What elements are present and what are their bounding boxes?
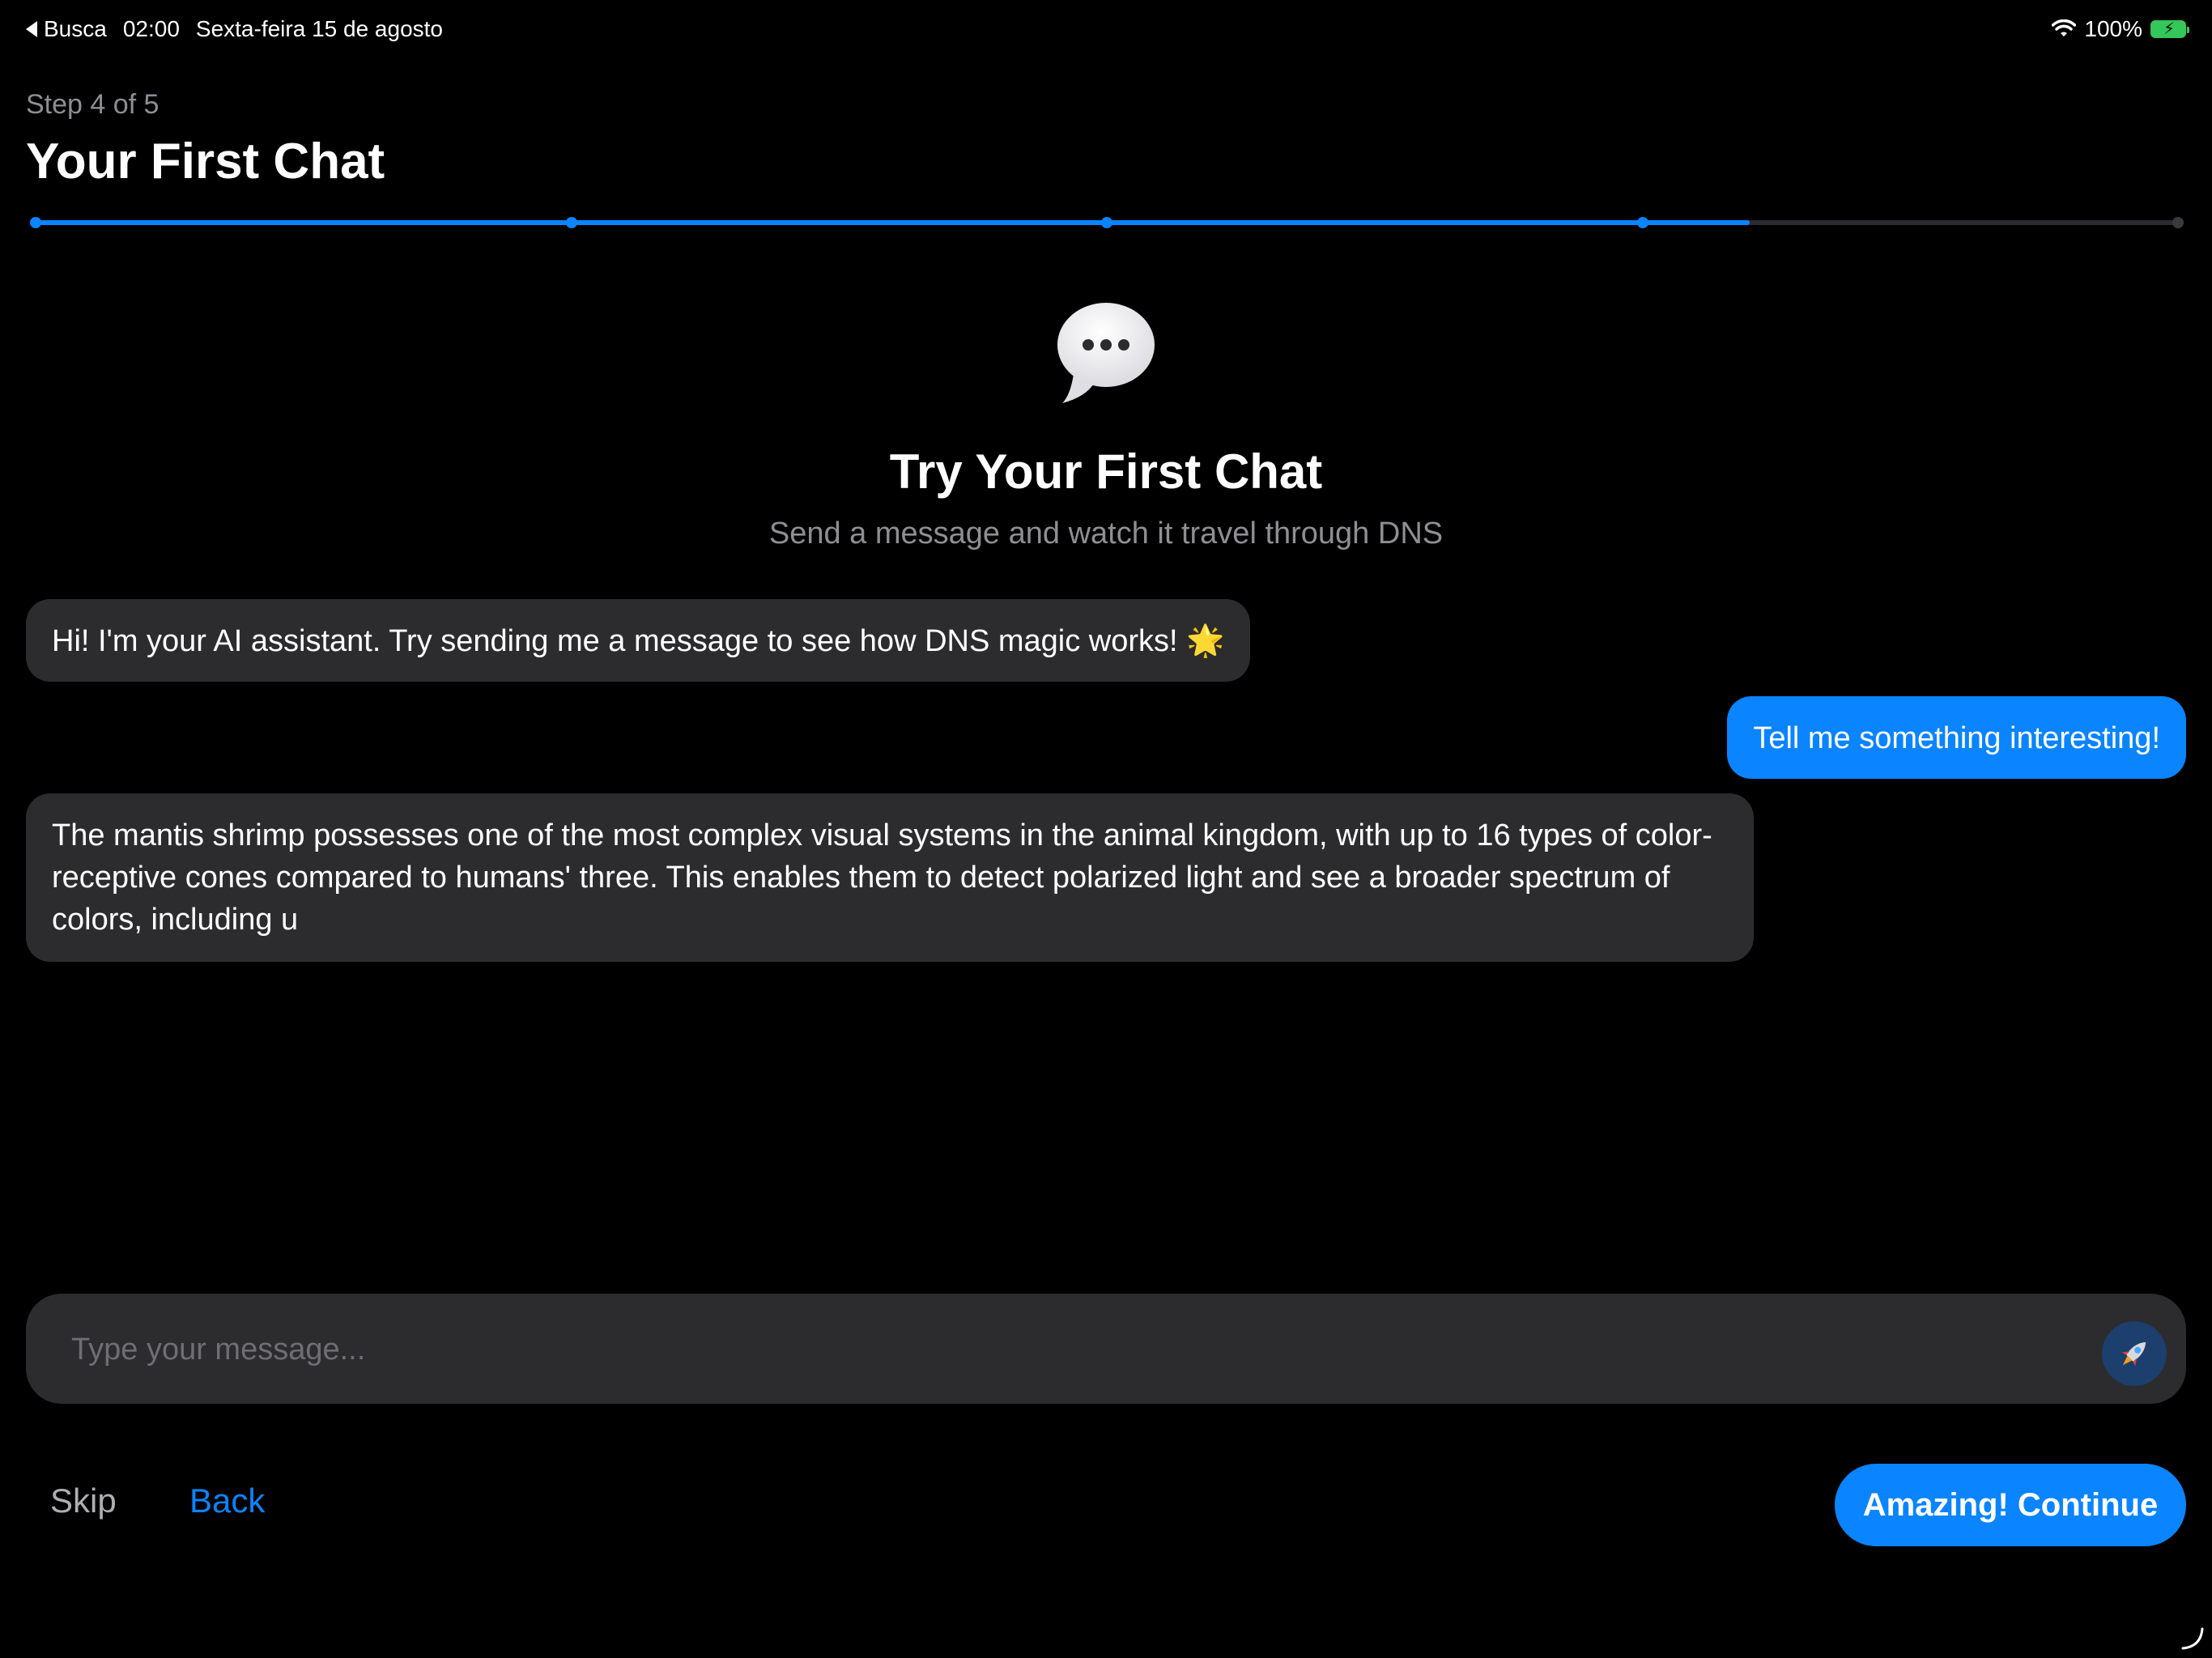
rocket-icon (2121, 1341, 2146, 1367)
progress-step-dot (1636, 217, 1648, 228)
back-button[interactable]: Back (189, 1482, 265, 1520)
continue-button[interactable]: Amazing! Continue (1835, 1464, 2186, 1546)
hero-subtitle: Send a message and watch it travel throu… (768, 517, 1444, 551)
skip-button[interactable]: Skip (50, 1482, 117, 1520)
back-to-app-link[interactable]: Busca (26, 16, 107, 42)
progress-step-dot (565, 217, 577, 228)
status-date: Sexta-feira 15 de agosto (195, 16, 443, 41)
speech-bubble-icon (1057, 303, 1155, 403)
battery-icon: ⚡ (2150, 20, 2189, 38)
resize-corner-icon (2181, 1627, 2204, 1650)
user-message: Tell me something interesting! (1727, 696, 2186, 779)
charging-bolt-icon: ⚡ (2163, 20, 2176, 38)
message-input[interactable] (70, 1294, 2081, 1405)
wifi-icon (2052, 19, 2077, 36)
page-title: Your First Chat (26, 134, 385, 189)
assistant-message: The mantis shrimp possesses one of the m… (26, 793, 1754, 962)
progress-step-dot (30, 217, 41, 228)
send-button[interactable] (2102, 1321, 2167, 1386)
message-composer (26, 1294, 2186, 1405)
assistant-message: Hi! I'm your AI assistant. Try sending m… (26, 599, 1250, 682)
progress-step-dot (1101, 217, 1112, 228)
back-caret-icon (26, 21, 37, 37)
status-bar: Busca 02:00 Sexta-feira 15 de agosto 100… (26, 11, 2189, 47)
progress-fill (36, 220, 1750, 225)
hero-title: Try Your First Chat (889, 444, 1323, 499)
progress-step-dot (2172, 217, 2184, 228)
back-app-label: Busca (44, 16, 107, 41)
onboarding-progress-bar (30, 217, 2184, 228)
battery-percent: 100% (2084, 16, 2142, 41)
status-time: 02:00 (122, 16, 180, 41)
step-indicator: Step 4 of 5 (26, 89, 160, 120)
